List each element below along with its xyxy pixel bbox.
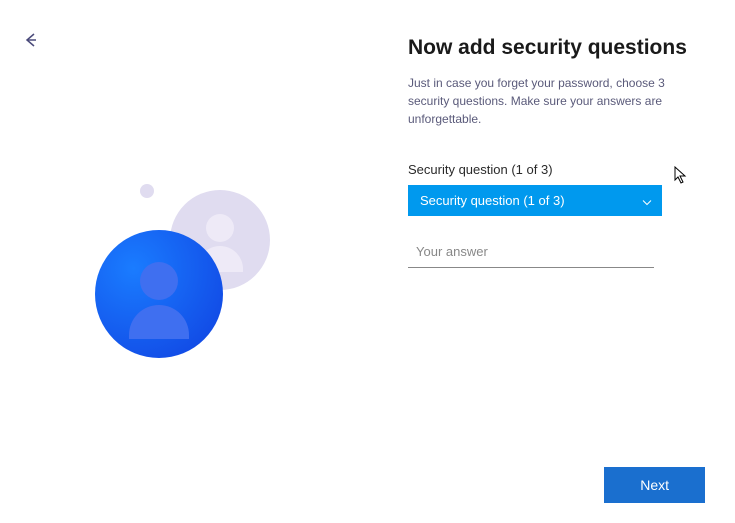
next-button[interactable]: Next xyxy=(604,467,705,503)
page-description: Just in case you forget your password, c… xyxy=(408,74,668,128)
answer-input[interactable] xyxy=(408,236,654,268)
page-title: Now add security questions xyxy=(408,36,708,60)
field-label: Security question (1 of 3) xyxy=(408,162,708,177)
back-button[interactable] xyxy=(18,28,42,52)
chevron-down-icon xyxy=(642,193,652,208)
content-panel: Now add security questions Just in case … xyxy=(408,36,708,268)
security-question-select[interactable]: Security question (1 of 3) xyxy=(408,185,662,216)
back-arrow-icon xyxy=(22,32,38,48)
select-value: Security question (1 of 3) xyxy=(420,193,565,208)
avatar-illustration xyxy=(60,160,320,420)
